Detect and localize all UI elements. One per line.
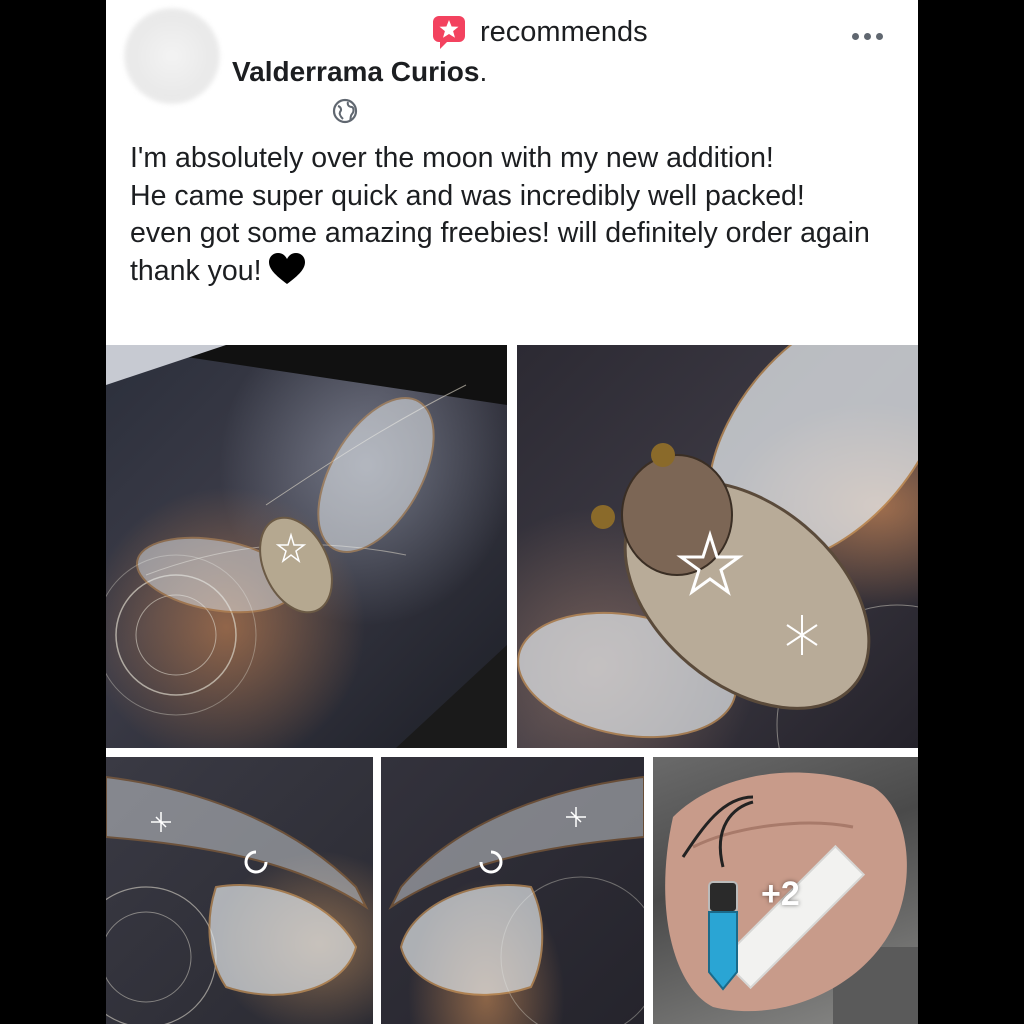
photo-cicada-frame-1[interactable] [106,345,507,748]
photo-wing-left[interactable] [106,757,373,1024]
post-body-text: I'm absolutely over the moon with my new… [130,142,870,287]
page-name-link[interactable]: Valderrama Curios. [232,56,487,88]
post-body: I'm absolutely over the moon with my new… [130,140,910,290]
globe-icon [332,98,358,124]
recommend-star-icon [432,15,466,49]
photo-wing-right[interactable] [381,757,644,1024]
page-name-suffix: . [479,56,488,87]
black-heart-icon [268,252,306,285]
recommend-label: recommends [480,15,648,48]
avatar[interactable] [124,8,220,104]
more-options-icon[interactable] [852,28,892,44]
more-photos-count[interactable]: +2 [761,875,800,914]
page-name[interactable]: Valderrama Curios [232,56,479,87]
photo-freebies[interactable]: +2 [653,757,918,1024]
post-card: recommends Valderrama Curios. I'm absolu… [106,0,918,1024]
photo-cicada-closeup[interactable] [517,345,918,748]
recommend-row: recommends [432,14,648,50]
